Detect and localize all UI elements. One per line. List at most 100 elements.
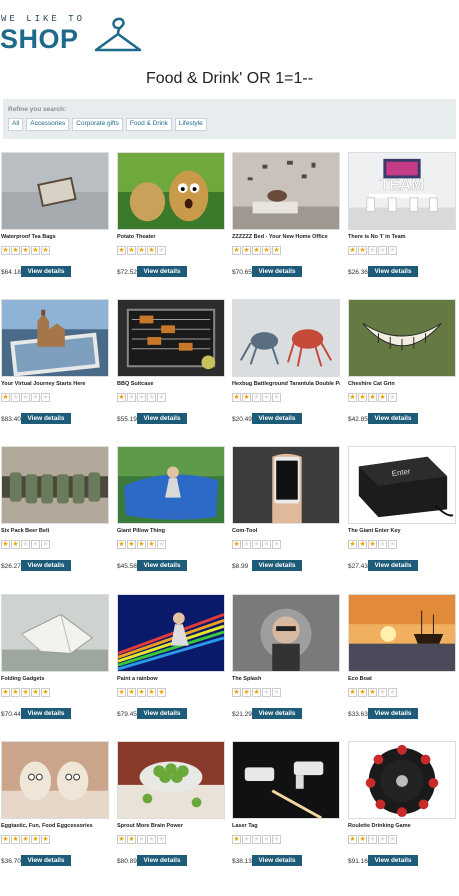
view-details-button[interactable]: View details [137, 855, 187, 866]
product-card[interactable]: Roulette Drinking Game ★ ★ ★ ★ ★ $91.16 View de… [348, 741, 456, 876]
view-details-button[interactable]: View details [21, 560, 71, 571]
product-name[interactable]: Six Pack Beer Belt [1, 528, 109, 534]
product-card[interactable]: Waterproof Tea Bags ★ ★ ★ ★ ★ $64.18 View detai… [1, 152, 109, 287]
product-name[interactable]: Giant Pillow Thing [117, 528, 225, 534]
robot-spider-image[interactable] [232, 299, 340, 377]
product-card[interactable]: Folding Gadgets ★ ★ ★ ★ ★ $70.44 View details [1, 594, 109, 729]
product-name[interactable]: Eco Boat [348, 676, 456, 682]
product-card[interactable]: ZZZZZZ Bed - Your New Home Office ★ ★ ★ ★ ★ $7… [232, 152, 340, 287]
sprouts-image[interactable] [117, 741, 225, 819]
view-details-button[interactable]: View details [21, 708, 71, 719]
product-name[interactable]: Folding Gadgets [1, 676, 109, 682]
view-details-button[interactable]: View details [21, 855, 71, 866]
view-details-button[interactable]: View details [137, 708, 187, 719]
view-details-button[interactable]: View details [368, 413, 418, 424]
product-card[interactable]: The Splash ★ ★ ★ ★ ★ $21.29 View details [232, 594, 340, 729]
product-name[interactable]: Sprout More Brain Power [117, 823, 225, 829]
pillow-image[interactable] [117, 446, 225, 524]
product-rating: ★ ★ ★ ★ ★ [117, 540, 166, 549]
product-card[interactable]: Cheshire Cat Grin ★ ★ ★ ★ ★ $42.85 View details [348, 299, 456, 434]
product-name[interactable]: Cheshire Cat Grin [348, 381, 456, 387]
castle-tablet-image[interactable] [1, 299, 109, 377]
product-card[interactable]: Enter The Giant Enter Key ★ ★ ★ ★ ★ $27.43 View … [348, 446, 456, 581]
product-card[interactable]: Paint a rainbow ★ ★ ★ ★ ★ $79.45 View details [117, 594, 225, 729]
star-icon: ★ [272, 393, 281, 402]
view-details-button[interactable]: View details [21, 413, 71, 424]
origami-image[interactable] [1, 594, 109, 672]
star-icon: ★ [368, 393, 377, 402]
product-name[interactable]: Potato Theater [117, 234, 225, 240]
view-details-button[interactable]: View details [368, 855, 418, 866]
product-name[interactable]: The Giant Enter Key [348, 528, 456, 534]
product-name[interactable]: Waterproof Tea Bags [1, 234, 109, 240]
view-details-button[interactable]: View details [137, 413, 187, 424]
view-details-button[interactable]: View details [252, 708, 302, 719]
product-name[interactable]: ZZZZZZ Bed - Your New Home Office [232, 234, 340, 240]
star-icon: ★ [242, 393, 251, 402]
product-name[interactable]: Roulette Drinking Game [348, 823, 456, 829]
product-name[interactable]: There is No 'I' in Team [348, 234, 456, 240]
view-details-button[interactable]: View details [137, 266, 187, 277]
splash-image[interactable] [232, 594, 340, 672]
product-card[interactable]: Eggtastic, Fun, Food Eggcessories ★ ★ ★ ★ ★ $3… [1, 741, 109, 876]
product-name[interactable]: Your Virtual Journey Starts Here [1, 381, 109, 387]
eggs-image[interactable] [1, 741, 109, 819]
product-card[interactable]: Com-Tool ★ ★ ★ ★ ★ $8.99 View details [232, 446, 340, 581]
product-card[interactable]: Your Virtual Journey Starts Here ★ ★ ★ ★ ★ $83… [1, 299, 109, 434]
boat-image[interactable] [348, 594, 456, 672]
roulette-image[interactable] [348, 741, 456, 819]
team-image[interactable]: TEAM [348, 152, 456, 230]
bbq-image[interactable] [117, 299, 225, 377]
grin-image[interactable] [348, 299, 456, 377]
product-name[interactable]: Paint a rainbow [117, 676, 225, 682]
site-logo[interactable]: WE LIKE TO SHOP [0, 8, 150, 56]
star-icon: ★ [388, 393, 397, 402]
product-card[interactable]: Eco Boat ★ ★ ★ ★ ★ $33.63 View details [348, 594, 456, 729]
star-icon: ★ [388, 688, 397, 697]
view-details-button[interactable]: View details [368, 708, 418, 719]
product-name[interactable]: Eggtastic, Fun, Food Eggcessories [1, 823, 109, 829]
star-icon: ★ [11, 393, 20, 402]
category-filter-lifestyle[interactable]: Lifestyle [174, 118, 207, 131]
view-details-button[interactable]: View details [137, 560, 187, 571]
product-name[interactable]: Hexbug Battleground Tarantula Double Pac… [232, 381, 340, 387]
product-card[interactable]: Six Pack Beer Belt ★ ★ ★ ★ ★ $26.27 View detail… [1, 446, 109, 581]
beer-belt-image[interactable] [1, 446, 109, 524]
view-details-button[interactable]: View details [252, 266, 302, 277]
laser-tag-image[interactable] [232, 741, 340, 819]
view-details-button[interactable]: View details [21, 266, 71, 277]
product-card[interactable]: Sprout More Brain Power ★ ★ ★ ★ ★ $80.89 View d… [117, 741, 225, 876]
star-icon: ★ [11, 540, 20, 549]
phone-image[interactable] [232, 446, 340, 524]
star-icon: ★ [1, 246, 10, 255]
rainbow-image[interactable] [117, 594, 225, 672]
product-card[interactable]: BBQ Suitcase ★ ★ ★ ★ ★ $55.19 View details [117, 299, 225, 434]
enter-key-image[interactable]: Enter [348, 446, 456, 524]
view-details-button[interactable]: View details [368, 560, 418, 571]
category-filter-food-drink[interactable]: Food & Drink [125, 118, 172, 131]
view-details-button[interactable]: View details [252, 560, 302, 571]
product-name[interactable]: BBQ Suitcase [117, 381, 225, 387]
star-icon: ★ [368, 688, 377, 697]
bed-image[interactable] [232, 152, 340, 230]
product-rating: ★ ★ ★ ★ ★ [348, 246, 397, 255]
category-filter-all[interactable]: All [8, 118, 24, 131]
view-details-button[interactable]: View details [368, 266, 418, 277]
tea-bag-image[interactable] [1, 152, 109, 230]
category-filter-accessories[interactable]: Accessories [26, 118, 70, 131]
star-icon: ★ [147, 393, 156, 402]
view-details-button[interactable]: View details [252, 855, 302, 866]
product-card[interactable]: Potato Theater ★ ★ ★ ★ ★ $72.52 View details [117, 152, 225, 287]
star-icon: ★ [137, 393, 146, 402]
product-card[interactable]: Laser Tag ★ ★ ★ ★ ★ $38.13 View details [232, 741, 340, 876]
product-card[interactable]: TEAM There is No 'I' in Team ★ ★ ★ ★ ★ $26.36 Vi… [348, 152, 456, 287]
product-name[interactable]: Com-Tool [232, 528, 340, 534]
product-card[interactable]: Giant Pillow Thing ★ ★ ★ ★ ★ $45.58 View detail… [117, 446, 225, 581]
star-icon: ★ [272, 540, 281, 549]
product-card[interactable]: Hexbug Battleground Tarantula Double Pac… [232, 299, 340, 434]
product-name[interactable]: Laser Tag [232, 823, 340, 829]
product-name[interactable]: The Splash [232, 676, 340, 682]
potato-image[interactable] [117, 152, 225, 230]
category-filter-corporate-gifts[interactable]: Corporate gifts [72, 118, 123, 131]
view-details-button[interactable]: View details [252, 413, 302, 424]
